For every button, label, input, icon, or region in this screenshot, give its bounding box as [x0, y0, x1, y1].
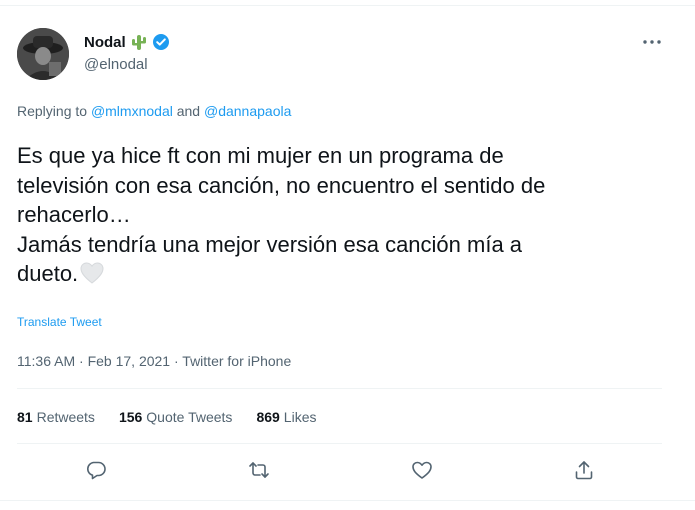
reply-icon[interactable] [84, 458, 108, 482]
reply-prefix: Replying to [17, 103, 91, 119]
like-icon[interactable] [410, 458, 434, 482]
reply-mention-2[interactable]: @dannapaola [204, 103, 291, 119]
bottom-divider [0, 500, 695, 501]
retweets-count: 81 [17, 409, 33, 425]
likes-count: 869 [256, 409, 280, 425]
meta-divider [17, 388, 662, 389]
likes-stat[interactable]: 869 Likes [256, 409, 316, 425]
tweet-text-line-3: rehacerlo… [17, 202, 131, 227]
quote-tweets-count: 156 [118, 409, 143, 425]
reply-joiner: and [172, 103, 204, 119]
white-heart-emoji-icon [79, 261, 105, 285]
author-handle[interactable]: @elnodal [84, 56, 148, 73]
translate-tweet-link[interactable]: Translate Tweet [17, 315, 102, 329]
meta-separator-1: · [75, 353, 88, 369]
tweet-source[interactable]: Twitter for iPhone [182, 353, 291, 369]
more-options-icon[interactable] [640, 35, 664, 49]
tweet-text-line-5-wrap: dueto. [17, 259, 667, 289]
tweet-stats: 81 Retweets 156 Quote Tweets 869 Likes [17, 409, 316, 425]
verified-badge-icon [152, 33, 170, 51]
reply-context: Replying to @mlmxnodal and @dannapaola [17, 103, 291, 119]
reply-mention-1[interactable]: @mlmxnodal [91, 103, 173, 119]
retweet-icon[interactable] [247, 458, 271, 482]
tweet-text-line-2: televisión con esa canción, no encuentro… [17, 172, 546, 198]
retweets-label: Retweets [36, 409, 95, 425]
cactus-emoji-icon [130, 33, 148, 51]
tweet-meta: 11:36 AM · Feb 17, 2021 · Twitter for iP… [17, 353, 291, 369]
tweet-date[interactable]: Feb 17, 2021 [88, 353, 171, 369]
meta-separator-2: · [170, 353, 183, 369]
author-display-name[interactable]: Nodal [84, 34, 126, 51]
tweet-text-line-1: Es que ya hice ft con mi mujer en un pro… [17, 143, 504, 168]
tweet-time[interactable]: 11:36 AM [17, 353, 75, 369]
quote-tweets-label: Quote Tweets [146, 409, 233, 425]
retweets-stat[interactable]: 81 Retweets [17, 409, 95, 425]
quote-tweets-stat[interactable]: 156 Quote Tweets [119, 409, 233, 425]
tweet-text: Es que ya hice ft con mi mujer en un pro… [17, 141, 667, 289]
stats-divider [17, 443, 662, 444]
tweet-text-line-4: Jamás tendría una mejor versión esa canc… [17, 231, 523, 257]
tweet-actions [0, 458, 695, 486]
likes-label: Likes [283, 409, 317, 425]
tweet-text-line-5: dueto. [17, 261, 79, 286]
tweet-card: Nodal @elnodal Replying to @mlmxnodal an… [0, 0, 695, 510]
avatar[interactable] [17, 28, 69, 80]
share-icon[interactable] [572, 458, 596, 482]
top-divider [0, 5, 695, 6]
avatar-image [17, 28, 69, 80]
author-name-row[interactable]: Nodal [84, 33, 170, 51]
